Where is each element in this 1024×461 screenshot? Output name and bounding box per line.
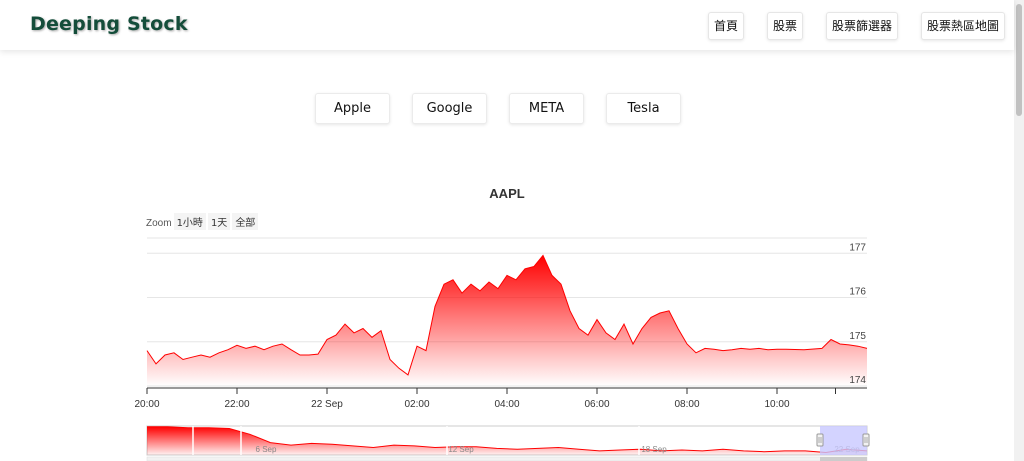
- x-tick-label: 10:00: [764, 399, 789, 410]
- x-tick-label: 20:00: [134, 399, 159, 410]
- navigator-handle[interactable]: [816, 433, 824, 447]
- top-navbar: Deeping Stock 首頁 股票 股票篩選器 股票熱區地圖: [0, 0, 1014, 50]
- navigator-label: 18 Sep: [641, 445, 667, 454]
- nav-screener-button[interactable]: 股票篩選器: [826, 12, 898, 40]
- nav-stocks-button[interactable]: 股票: [767, 12, 803, 40]
- brand-logo[interactable]: Deeping Stock: [30, 13, 188, 35]
- y-tick-label: 174: [849, 375, 866, 386]
- nav-heatmap-button[interactable]: 股票熱區地圖: [921, 12, 1005, 40]
- x-tick-label: 08:00: [674, 399, 699, 410]
- navigator-label: 12 Sep: [448, 445, 474, 454]
- nav-home-button[interactable]: 首頁: [708, 12, 744, 40]
- x-tick-label: 02:00: [404, 399, 429, 410]
- page-scrollbar[interactable]: [1014, 0, 1024, 461]
- x-tick-label: 04:00: [494, 399, 519, 410]
- scrollbar-thumb[interactable]: [1016, 4, 1022, 116]
- x-tick-label: 22 Sep: [311, 399, 343, 410]
- navigator-handle[interactable]: [862, 433, 870, 447]
- price-chart[interactable]: 174 175 176 177 20:00 22:00 22 Sep 02:00 04:00 06…: [0, 0, 1014, 461]
- navigator-selection[interactable]: [820, 426, 867, 455]
- navigator-scrollbar: [146, 456, 868, 461]
- y-tick-label: 175: [849, 331, 866, 342]
- x-tick-label: 06:00: [584, 399, 609, 410]
- navigator-label: 6 Sep: [256, 445, 277, 454]
- y-tick-label: 176: [849, 287, 866, 298]
- x-tick-label: 22:00: [224, 399, 249, 410]
- navigator-scrollbar-thumb[interactable]: [820, 457, 867, 461]
- y-tick-label: 177: [849, 242, 866, 253]
